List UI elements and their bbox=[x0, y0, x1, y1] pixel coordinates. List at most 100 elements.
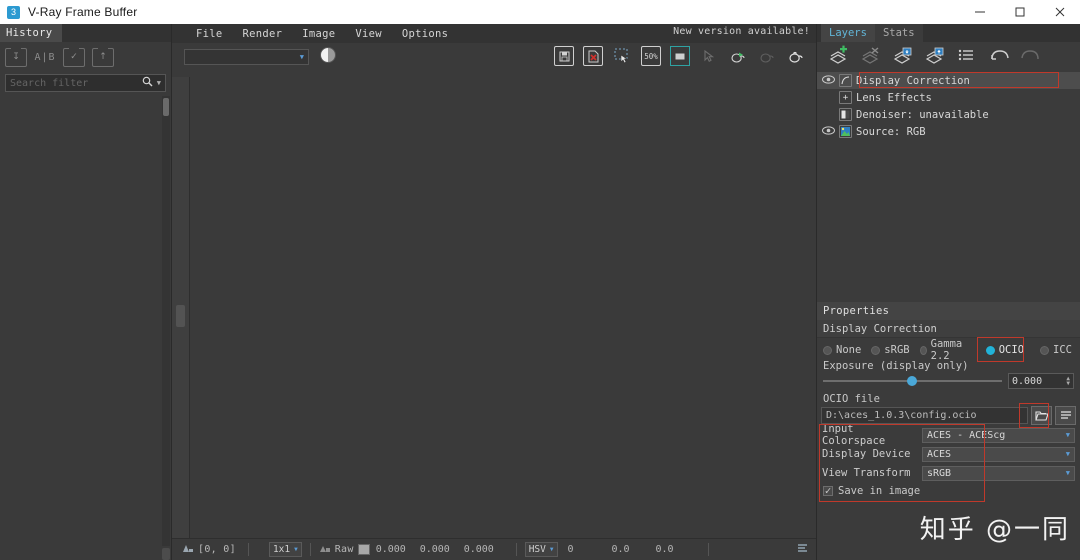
window-controls bbox=[960, 0, 1080, 24]
status-bar: [0, 0] 1x1 ▼ Raw 0.000 0.000 0.000 HSV ▼ bbox=[172, 538, 816, 560]
ocio-file-input[interactable]: D:\aces_1.0.3\config.ocio bbox=[821, 406, 1028, 424]
load-layers-icon[interactable] bbox=[893, 47, 913, 65]
history-scrollbar[interactable] bbox=[162, 96, 170, 546]
cursor-coordinates: [0, 0] bbox=[198, 544, 236, 555]
hsv-h-value: 0 bbox=[567, 544, 574, 555]
folder-open-icon[interactable] bbox=[1031, 405, 1052, 425]
render-vertical-scrollbar[interactable] bbox=[172, 77, 190, 538]
radio-icc[interactable]: ICC bbox=[1034, 344, 1080, 356]
pick-region-icon[interactable] bbox=[699, 46, 719, 66]
render-teapot-stop-icon[interactable] bbox=[757, 46, 777, 66]
history-toolbar: ↧ A|B ✓ ↑ bbox=[0, 42, 171, 72]
view-transform-value: sRGB bbox=[927, 467, 952, 479]
remove-layer-icon[interactable] bbox=[861, 47, 881, 65]
chevron-down-icon[interactable]: ▼ bbox=[156, 79, 165, 87]
radio-none[interactable]: None bbox=[823, 344, 869, 356]
sample-size-combo[interactable]: 1x1 ▼ bbox=[268, 542, 302, 557]
render-scrollbar-thumb[interactable] bbox=[176, 305, 185, 327]
redo-icon[interactable] bbox=[1021, 47, 1041, 65]
add-layer-icon[interactable] bbox=[829, 45, 849, 65]
render-toolbar-icons: 50% bbox=[554, 46, 806, 66]
layer-presets-icon[interactable] bbox=[957, 47, 977, 65]
menu-file[interactable]: File bbox=[186, 28, 233, 40]
maximize-button[interactable] bbox=[1000, 0, 1040, 24]
menu-bar: File Render Image View Options New versi… bbox=[172, 24, 816, 43]
hamburger-icon[interactable] bbox=[1055, 405, 1076, 425]
right-panel-tabs: Layers Stats bbox=[817, 24, 1080, 42]
visibility-eye-icon[interactable] bbox=[817, 74, 839, 87]
display-device-combo[interactable]: ACES ▼ bbox=[922, 446, 1075, 462]
tab-layers[interactable]: Layers bbox=[821, 24, 875, 42]
save-to-history-icon[interactable]: ↧ bbox=[5, 47, 27, 67]
radio-label: sRGB bbox=[884, 344, 910, 356]
layer-row-display-correction[interactable]: Display Correction bbox=[817, 72, 1080, 89]
view-transform-combo[interactable]: sRGB ▼ bbox=[922, 465, 1075, 481]
save-image-icon[interactable] bbox=[554, 46, 574, 66]
history-load-icon[interactable]: ↑ bbox=[92, 47, 114, 67]
vray-frame-buffer-window: 3 V-Ray Frame Buffer History ↧ A|B ✓ ↑ S… bbox=[0, 0, 1080, 560]
hsv-v-value: 0.0 bbox=[655, 544, 674, 555]
chevron-down-icon: ▼ bbox=[1065, 431, 1070, 439]
radio-srgb[interactable]: sRGB bbox=[871, 344, 917, 356]
close-button[interactable] bbox=[1040, 0, 1080, 24]
region-select-icon[interactable] bbox=[612, 46, 632, 66]
denoiser-icon bbox=[839, 108, 852, 121]
tab-stats[interactable]: Stats bbox=[874, 24, 923, 42]
layer-row-denoiser[interactable]: Denoiser: unavailable bbox=[817, 106, 1080, 123]
spinner-arrows[interactable]: ▲ ▼ bbox=[1066, 376, 1070, 387]
render-view-panel: File Render Image View Options New versi… bbox=[172, 24, 816, 560]
undo-icon[interactable] bbox=[989, 47, 1009, 65]
history-check-icon[interactable]: ✓ bbox=[63, 47, 85, 67]
slider-knob[interactable] bbox=[907, 376, 918, 386]
color-mode-label[interactable]: Raw bbox=[331, 544, 358, 555]
history-scrollbar-thumb[interactable] bbox=[163, 98, 169, 116]
minimize-button[interactable] bbox=[960, 0, 1000, 24]
history-panel: History ↧ A|B ✓ ↑ ▼ bbox=[0, 24, 172, 560]
ocio-file-label: OCIO file bbox=[823, 393, 880, 405]
color-sphere-icon[interactable] bbox=[320, 47, 336, 63]
exposure-value-field[interactable]: 0.000 ▲ ▼ bbox=[1008, 373, 1074, 389]
color-swatch[interactable] bbox=[357, 544, 370, 555]
menu-options[interactable]: Options bbox=[392, 28, 458, 40]
layers-toolbar bbox=[817, 42, 1080, 70]
watermark: 知乎 @一同 bbox=[919, 515, 1070, 545]
save-image-red-icon[interactable] bbox=[583, 46, 603, 66]
radio-dot bbox=[919, 345, 927, 355]
save-in-image-checkbox[interactable]: ✓ bbox=[823, 485, 833, 497]
new-version-notice[interactable]: New version available! bbox=[673, 26, 810, 37]
render-teapot-start-icon[interactable] bbox=[728, 46, 748, 66]
zoom-level-icon[interactable]: 50% bbox=[641, 46, 661, 66]
search-filter[interactable]: ▼ bbox=[5, 74, 166, 92]
input-colorspace-combo[interactable]: ACES - ACEScg ▼ bbox=[922, 427, 1075, 443]
list-icon[interactable] bbox=[797, 543, 808, 556]
save-in-image-row[interactable]: ✓ Save in image bbox=[817, 482, 1080, 499]
chevron-down-icon: ▼ bbox=[1065, 450, 1070, 458]
plus-icon: + bbox=[839, 91, 852, 104]
radio-label: OCIO bbox=[998, 344, 1025, 356]
radio-gamma22[interactable]: Gamma 2.2 bbox=[919, 338, 980, 362]
save-layers-icon[interactable] bbox=[925, 47, 945, 65]
menu-image[interactable]: Image bbox=[292, 28, 345, 40]
visibility-eye-icon[interactable] bbox=[817, 125, 839, 138]
input-colorspace-label: Input Colorspace bbox=[822, 423, 886, 447]
menu-view[interactable]: View bbox=[345, 28, 392, 40]
fit-view-icon[interactable] bbox=[670, 46, 690, 66]
color-model-combo[interactable]: HSV ▼ bbox=[524, 542, 558, 557]
channel-combo[interactable]: ▼ bbox=[184, 49, 309, 65]
radio-ocio[interactable]: OCIO bbox=[982, 344, 1032, 356]
render-teapot-icon[interactable] bbox=[786, 46, 806, 66]
history-scroll-button[interactable] bbox=[162, 548, 170, 560]
exposure-slider[interactable] bbox=[823, 375, 1002, 387]
render-image-canvas[interactable] bbox=[190, 77, 811, 538]
radio-label: ICC bbox=[1053, 344, 1072, 356]
menu-render[interactable]: Render bbox=[233, 28, 293, 40]
search-input[interactable] bbox=[6, 77, 142, 89]
display-device-label: Display Device bbox=[822, 448, 911, 460]
sample-icon bbox=[319, 543, 331, 557]
tab-history[interactable]: History bbox=[0, 24, 63, 42]
layer-row-source-rgb[interactable]: Source: RGB bbox=[817, 123, 1080, 140]
search-icon bbox=[142, 76, 156, 90]
layer-label: Display Correction bbox=[856, 74, 970, 87]
layer-row-lens-effects[interactable]: + Lens Effects bbox=[817, 89, 1080, 106]
ab-compare-label[interactable]: A|B bbox=[34, 52, 56, 63]
